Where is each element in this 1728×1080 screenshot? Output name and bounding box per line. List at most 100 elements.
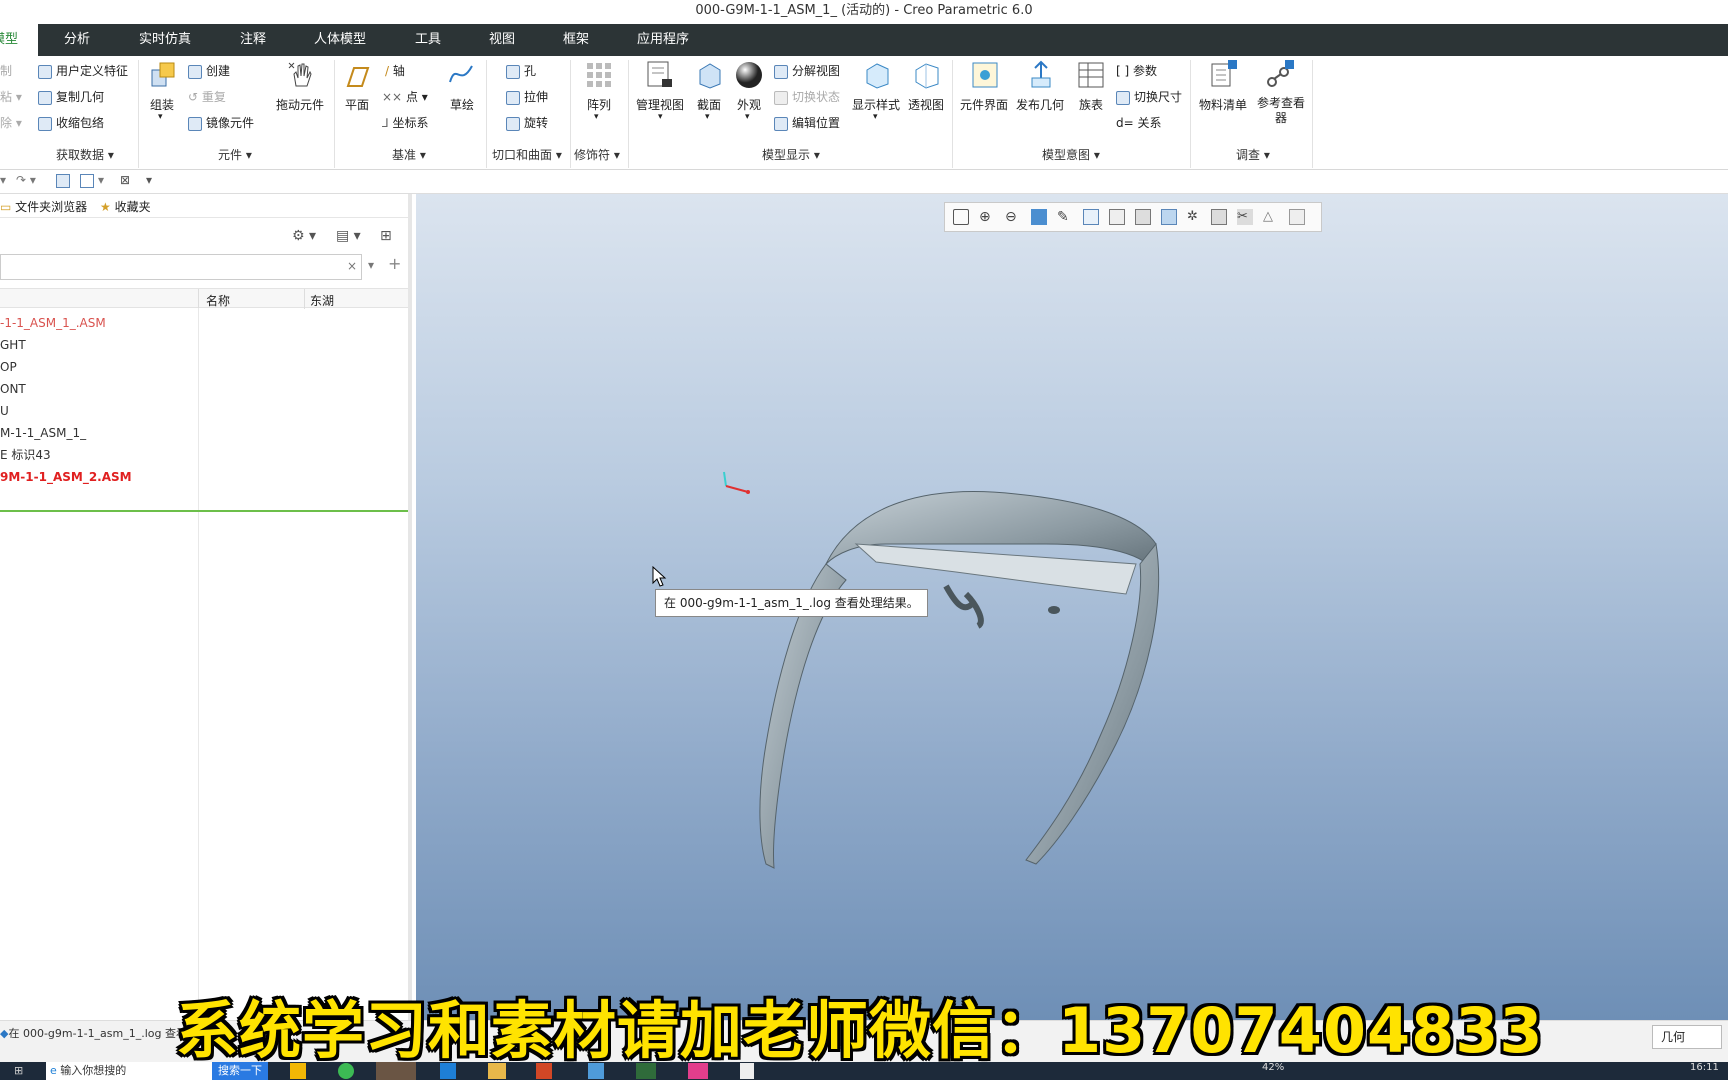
pattern-button[interactable]: 阵列 [587, 96, 611, 113]
tab-framework[interactable]: 框架 [563, 24, 589, 56]
toggle-status-button[interactable]: 切换状态 [774, 88, 840, 105]
mirror-component-button[interactable]: 镜像元件 [188, 114, 254, 131]
windows-dropdown-icon[interactable]: ▾ [98, 173, 104, 187]
publish-geometry-button[interactable]: 发布几何 [1016, 96, 1064, 113]
udf-button[interactable]: 用户定义特征 [38, 62, 128, 79]
revolve-button[interactable]: 旋转 [506, 114, 548, 131]
glasses-3d-model[interactable] [716, 484, 1196, 944]
tree-item-identifier[interactable]: E 标识43 [0, 444, 51, 466]
assemble-button[interactable]: 组装 [150, 96, 174, 113]
clear-search-icon[interactable]: × [347, 259, 357, 273]
refit-icon[interactable] [953, 209, 969, 225]
tab-model[interactable]: 模型 [0, 24, 38, 56]
group-get-data-label[interactable]: 获取数据 ▾ [56, 146, 114, 163]
component-interface-button[interactable]: 元件界面 [960, 96, 1008, 113]
point-button[interactable]: ×× 点 ▾ [382, 88, 428, 105]
undo-dropdown-icon[interactable]: ▾ [0, 173, 6, 187]
favorites-tab[interactable]: ★ 收藏夹 [100, 198, 151, 215]
customize-toolbar-icon[interactable]: ▾ [146, 173, 152, 187]
tab-applications[interactable]: 应用程序 [637, 24, 689, 56]
tab-manikin[interactable]: 人体模型 [314, 24, 366, 56]
tree-item-csys[interactable]: U [0, 400, 9, 422]
group-modifiers-label[interactable]: 修饰符 ▾ [574, 146, 620, 163]
close-window-icon[interactable]: ⊠ [120, 173, 130, 187]
section-button[interactable]: 截面 [697, 96, 721, 113]
pattern-dropdown[interactable]: ▾ [594, 112, 599, 122]
switch-dimensions-button[interactable]: 切换尺寸 [1116, 88, 1182, 105]
manage-views-dropdown[interactable]: ▾ [658, 112, 663, 122]
tree-item-root[interactable]: -1-1_ASM_1_.ASM [0, 312, 106, 334]
section-dropdown[interactable]: ▾ [705, 112, 710, 122]
reorient-icon[interactable]: ✎ [1057, 209, 1073, 225]
regenerate-icon[interactable] [56, 174, 70, 188]
tab-simulation[interactable]: 实时仿真 [139, 24, 191, 56]
column-extra[interactable]: 东湖 [310, 292, 334, 309]
create-component-button[interactable]: 创建 [188, 62, 230, 79]
insert-here-indicator[interactable] [0, 510, 408, 512]
tree-search-input[interactable]: × [0, 254, 362, 280]
zoom-in-icon[interactable]: ⊕ [979, 209, 995, 225]
bom-button[interactable]: 物料清单 [1199, 96, 1247, 113]
graphics-viewport[interactable] [416, 194, 1728, 1020]
tree-item-subassembly[interactable]: 9M-1-1_ASM_2.ASM [0, 466, 132, 488]
annotation-display-icon[interactable] [1211, 209, 1227, 225]
selection-filter-select[interactable]: 几何 [1652, 1025, 1722, 1049]
tab-analysis[interactable]: 分析 [64, 24, 90, 56]
reference-viewer-button[interactable]: 参考查看器 [1256, 96, 1306, 126]
perspective-button[interactable]: 透视图 [908, 96, 944, 113]
perspective-toolbar-icon[interactable] [1161, 209, 1177, 225]
tab-view[interactable]: 视图 [489, 24, 515, 56]
datum-display-icon[interactable]: ✲ [1187, 209, 1203, 225]
tree-settings-icon[interactable]: ⚙ ▾ [292, 228, 316, 244]
task-view-icon[interactable]: ⊞ [14, 1064, 23, 1077]
sketch-button[interactable]: 草绘 [450, 96, 474, 113]
shrinkwrap-button[interactable]: 收缩包络 [38, 114, 104, 131]
family-table-button[interactable]: 族表 [1079, 96, 1103, 113]
group-cut-surface-label[interactable]: 切口和曲面 ▾ [492, 146, 562, 163]
tree-item-top-plane[interactable]: OP [0, 356, 17, 378]
tab-tools[interactable]: 工具 [415, 24, 441, 56]
appearance-button[interactable]: 外观 [737, 96, 761, 113]
view-manager-icon[interactable] [1109, 209, 1125, 225]
search-dropdown-icon[interactable]: ▾ [368, 258, 374, 272]
appearance-dropdown[interactable]: ▾ [745, 112, 750, 122]
flag-icon[interactable] [1289, 209, 1305, 225]
parameters-button[interactable]: [ ] 参数 [1116, 62, 1157, 79]
saved-views-icon[interactable] [1083, 209, 1099, 225]
copy-geometry-button[interactable]: 复制几何 [38, 88, 104, 105]
redo-icon[interactable]: ↷ ▾ [16, 173, 36, 187]
group-datum-label[interactable]: 基准 ▾ [392, 146, 426, 163]
relations-button[interactable]: d= 关系 [1116, 114, 1162, 131]
triangle-icon[interactable]: △ [1263, 209, 1279, 225]
add-icon[interactable]: + [388, 254, 401, 273]
zoom-out-icon[interactable]: ⊖ [1005, 209, 1021, 225]
tree-filter-icon[interactable]: ⊞ [380, 228, 392, 244]
windows-icon[interactable] [80, 174, 94, 188]
tab-annotate[interactable]: 注释 [240, 24, 266, 56]
repaint-icon[interactable] [1031, 209, 1047, 225]
group-investigate-label[interactable]: 调查 ▾ [1236, 146, 1270, 163]
display-style-dropdown[interactable]: ▾ [873, 112, 878, 122]
axis-button[interactable]: / 轴 [385, 62, 405, 79]
display-style-toolbar-icon[interactable] [1135, 209, 1151, 225]
hole-button[interactable]: 孔 [506, 62, 536, 79]
extrude-button[interactable]: 拉伸 [506, 88, 548, 105]
assemble-dropdown[interactable]: ▾ [158, 112, 163, 122]
group-model-display-label[interactable]: 模型显示 ▾ [762, 146, 820, 163]
repeat-button[interactable]: ↺ 重复 [188, 88, 226, 105]
group-model-intent-label[interactable]: 模型意图 ▾ [1042, 146, 1100, 163]
spin-center-icon[interactable]: ✂ [1237, 209, 1253, 225]
tree-item-front-plane[interactable]: ONT [0, 378, 26, 400]
tree-item-part[interactable]: M-1-1_ASM_1_ [0, 422, 86, 444]
folder-browser-tab[interactable]: ▭ 文件夹浏览器 [0, 198, 87, 215]
tree-list-icon[interactable]: ▤ ▾ [336, 228, 361, 244]
display-style-button[interactable]: 显示样式 [852, 96, 900, 113]
column-name[interactable]: 名称 [206, 292, 230, 309]
drag-component-button[interactable]: 拖动元件 [276, 96, 324, 113]
tree-item-right-plane[interactable]: GHT [0, 334, 26, 356]
edit-position-button[interactable]: 编辑位置 [774, 114, 840, 131]
group-component-label[interactable]: 元件 ▾ [218, 146, 252, 163]
plane-button[interactable]: 平面 [345, 96, 369, 113]
manage-views-button[interactable]: 管理视图 [636, 96, 684, 113]
csys-button[interactable]: ⅃ 坐标系 [382, 114, 429, 131]
